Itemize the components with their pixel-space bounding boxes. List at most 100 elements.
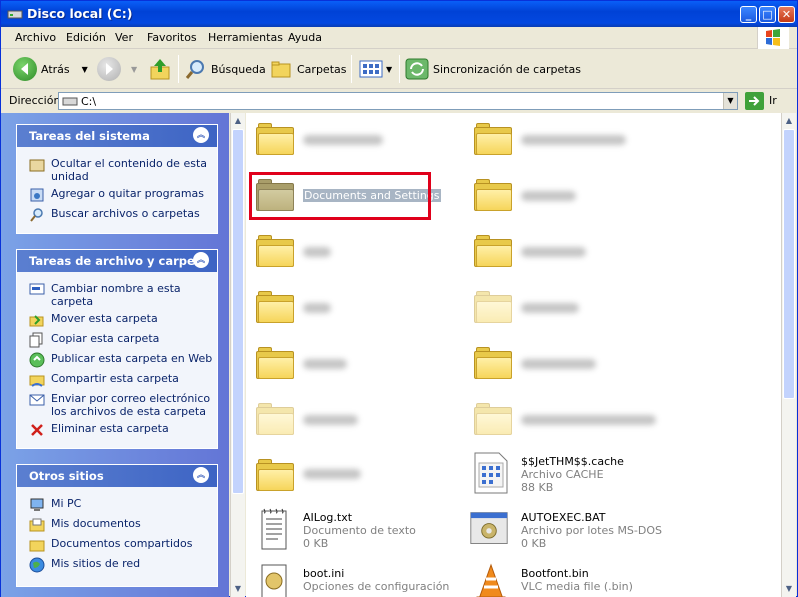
- place-network[interactable]: Mis sitios de red: [29, 557, 213, 573]
- search-button[interactable]: Búsqueda: [185, 57, 266, 81]
- hidden-folder-icon[interactable]: [474, 403, 512, 435]
- task-share-folder[interactable]: Compartir esta carpeta: [29, 372, 213, 388]
- folder-icon[interactable]: [256, 347, 294, 379]
- back-dropdown-icon[interactable]: ▼: [82, 65, 88, 74]
- minimize-button[interactable]: _: [740, 6, 757, 23]
- config-file-icon[interactable]: [254, 561, 294, 597]
- hidden-folder-icon[interactable]: [474, 291, 512, 323]
- task-search-files[interactable]: Buscar archivos o carpetas: [29, 207, 213, 223]
- menu-archivo[interactable]: Archivo: [15, 31, 56, 44]
- back-button[interactable]: Atrás ▼: [13, 57, 88, 81]
- sync-folders-button[interactable]: Sincronización de carpetas: [405, 57, 581, 81]
- place-my-pc[interactable]: Mi PC: [29, 497, 213, 513]
- publish-web-icon: [29, 352, 45, 368]
- up-folder-button[interactable]: [149, 57, 171, 81]
- share-folder-icon: [29, 372, 45, 388]
- close-button[interactable]: ✕: [778, 6, 795, 23]
- address-input[interactable]: C:\ ▼: [58, 92, 738, 110]
- sync-label: Sincronización de carpetas: [433, 62, 582, 76]
- task-pane-scrollbar[interactable]: ▲ ▼: [230, 113, 245, 597]
- blurred-folder-name: [521, 191, 576, 201]
- file-entry-ailog[interactable]: AILog.txt Documento de texto 0 KB: [303, 511, 416, 550]
- text-file-icon[interactable]: [254, 507, 294, 551]
- folder-icon[interactable]: [474, 179, 512, 211]
- menu-ver[interactable]: Ver: [115, 31, 133, 44]
- scroll-thumb[interactable]: [783, 129, 795, 399]
- copy-folder-icon: [29, 332, 45, 348]
- scroll-down-icon[interactable]: ▼: [231, 582, 245, 596]
- collapse-icon[interactable]: ︽: [193, 467, 209, 483]
- folders-label: Carpetas: [297, 62, 347, 76]
- title-bar[interactable]: Disco local (C:) _ □ ✕: [1, 1, 797, 27]
- folder-icon[interactable]: [474, 347, 512, 379]
- system-tasks-header[interactable]: Tareas del sistema ︽: [17, 125, 217, 147]
- drive-icon: [62, 97, 78, 106]
- place-shared-documents[interactable]: Documentos compartidos: [29, 537, 213, 553]
- hide-contents-icon: [29, 157, 45, 173]
- task-email-files[interactable]: Enviar por correo electrónico los archiv…: [29, 392, 213, 418]
- folder-icon[interactable]: [256, 123, 294, 155]
- go-button[interactable]: Ir: [769, 94, 777, 107]
- views-dropdown-icon: ▼: [386, 64, 393, 74]
- task-rename-folder[interactable]: Cambiar nombre a esta carpeta: [29, 282, 213, 308]
- file-entry-jet-cache[interactable]: $$JetTHM$$.cache Archivo CACHE 88 KB: [521, 455, 624, 494]
- menu-favoritos[interactable]: Favoritos: [147, 31, 197, 44]
- vlc-cone-icon[interactable]: [471, 561, 511, 597]
- rename-icon: [29, 282, 45, 298]
- task-delete-folder[interactable]: Eliminar esta carpeta: [29, 422, 213, 438]
- task-publish-web[interactable]: Publicar esta carpeta en Web: [29, 352, 213, 368]
- task-add-remove-programs[interactable]: Agregar o quitar programas: [29, 187, 213, 203]
- back-label: Atrás: [41, 62, 70, 76]
- menu-edicion[interactable]: Edición: [66, 31, 106, 44]
- forward-button[interactable]: ▼: [97, 57, 137, 81]
- views-icon: [359, 60, 383, 78]
- selection-highlight-box: [249, 172, 431, 220]
- address-dropdown-icon[interactable]: ▼: [723, 93, 737, 109]
- address-bar: Dirección C:\ ▼ Ir: [1, 89, 797, 113]
- place-my-documents[interactable]: Mis documentos: [29, 517, 213, 533]
- scroll-thumb[interactable]: [232, 129, 244, 494]
- other-places-header[interactable]: Otros sitios ︽: [17, 465, 217, 487]
- maximize-button[interactable]: □: [759, 6, 776, 23]
- cache-file-icon[interactable]: [471, 451, 511, 495]
- computer-icon: [29, 497, 45, 513]
- hidden-folder-icon[interactable]: [256, 403, 294, 435]
- folder-icon[interactable]: [474, 123, 512, 155]
- scroll-up-icon[interactable]: ▲: [782, 114, 796, 128]
- task-hide-contents[interactable]: Ocultar el contenido de esta unidad: [29, 157, 213, 183]
- folders-button[interactable]: Carpetas: [271, 57, 346, 81]
- blurred-folder-name: [303, 359, 347, 369]
- collapse-icon[interactable]: ︽: [193, 252, 209, 268]
- task-move-folder[interactable]: Mover esta carpeta: [29, 312, 213, 328]
- file-list-scrollbar[interactable]: ▲ ▼: [781, 113, 796, 597]
- back-arrow-icon: [13, 57, 37, 81]
- scroll-down-icon[interactable]: ▼: [782, 582, 796, 596]
- folder-icon[interactable]: [256, 291, 294, 323]
- file-entry-bootfont[interactable]: Bootfont.bin VLC media file (.bin): [521, 567, 633, 593]
- folder-icon[interactable]: [474, 235, 512, 267]
- network-globe-icon: [29, 557, 45, 573]
- blurred-folder-name: [521, 247, 586, 257]
- go-arrow-icon[interactable]: [745, 92, 764, 110]
- blurred-folder-name: [521, 135, 626, 145]
- explorer-window: Disco local (C:) _ □ ✕ Archivo Edición V…: [0, 0, 798, 597]
- views-button[interactable]: ▼: [359, 57, 392, 81]
- system-tasks-panel: Tareas del sistema ︽ Ocultar el contenido…: [16, 124, 218, 234]
- task-copy-folder[interactable]: Copiar esta carpeta: [29, 332, 213, 348]
- file-entry-autoexec[interactable]: AUTOEXEC.BAT Archivo por lotes MS-DOS 0 …: [521, 511, 662, 550]
- folder-icon[interactable]: [256, 235, 294, 267]
- documents-folder-icon: [29, 517, 45, 533]
- file-tasks-header[interactable]: Tareas de archivo y carpeta ︽: [17, 250, 217, 272]
- blurred-folder-name: [521, 303, 579, 313]
- email-icon: [29, 392, 45, 408]
- scroll-up-icon[interactable]: ▲: [231, 114, 245, 128]
- other-places-panel: Otros sitios ︽ Mi PC Mis documentos Docum…: [16, 464, 218, 587]
- blurred-folder-name: [303, 303, 331, 313]
- sync-icon: [405, 58, 429, 80]
- collapse-icon[interactable]: ︽: [193, 127, 209, 143]
- menu-herramientas[interactable]: Herramientas: [208, 31, 283, 44]
- file-entry-boot-ini[interactable]: boot.ini Opciones de configuración: [303, 567, 449, 593]
- batch-file-icon[interactable]: [469, 507, 509, 551]
- menu-ayuda[interactable]: Ayuda: [288, 31, 322, 44]
- folder-icon[interactable]: [256, 459, 294, 491]
